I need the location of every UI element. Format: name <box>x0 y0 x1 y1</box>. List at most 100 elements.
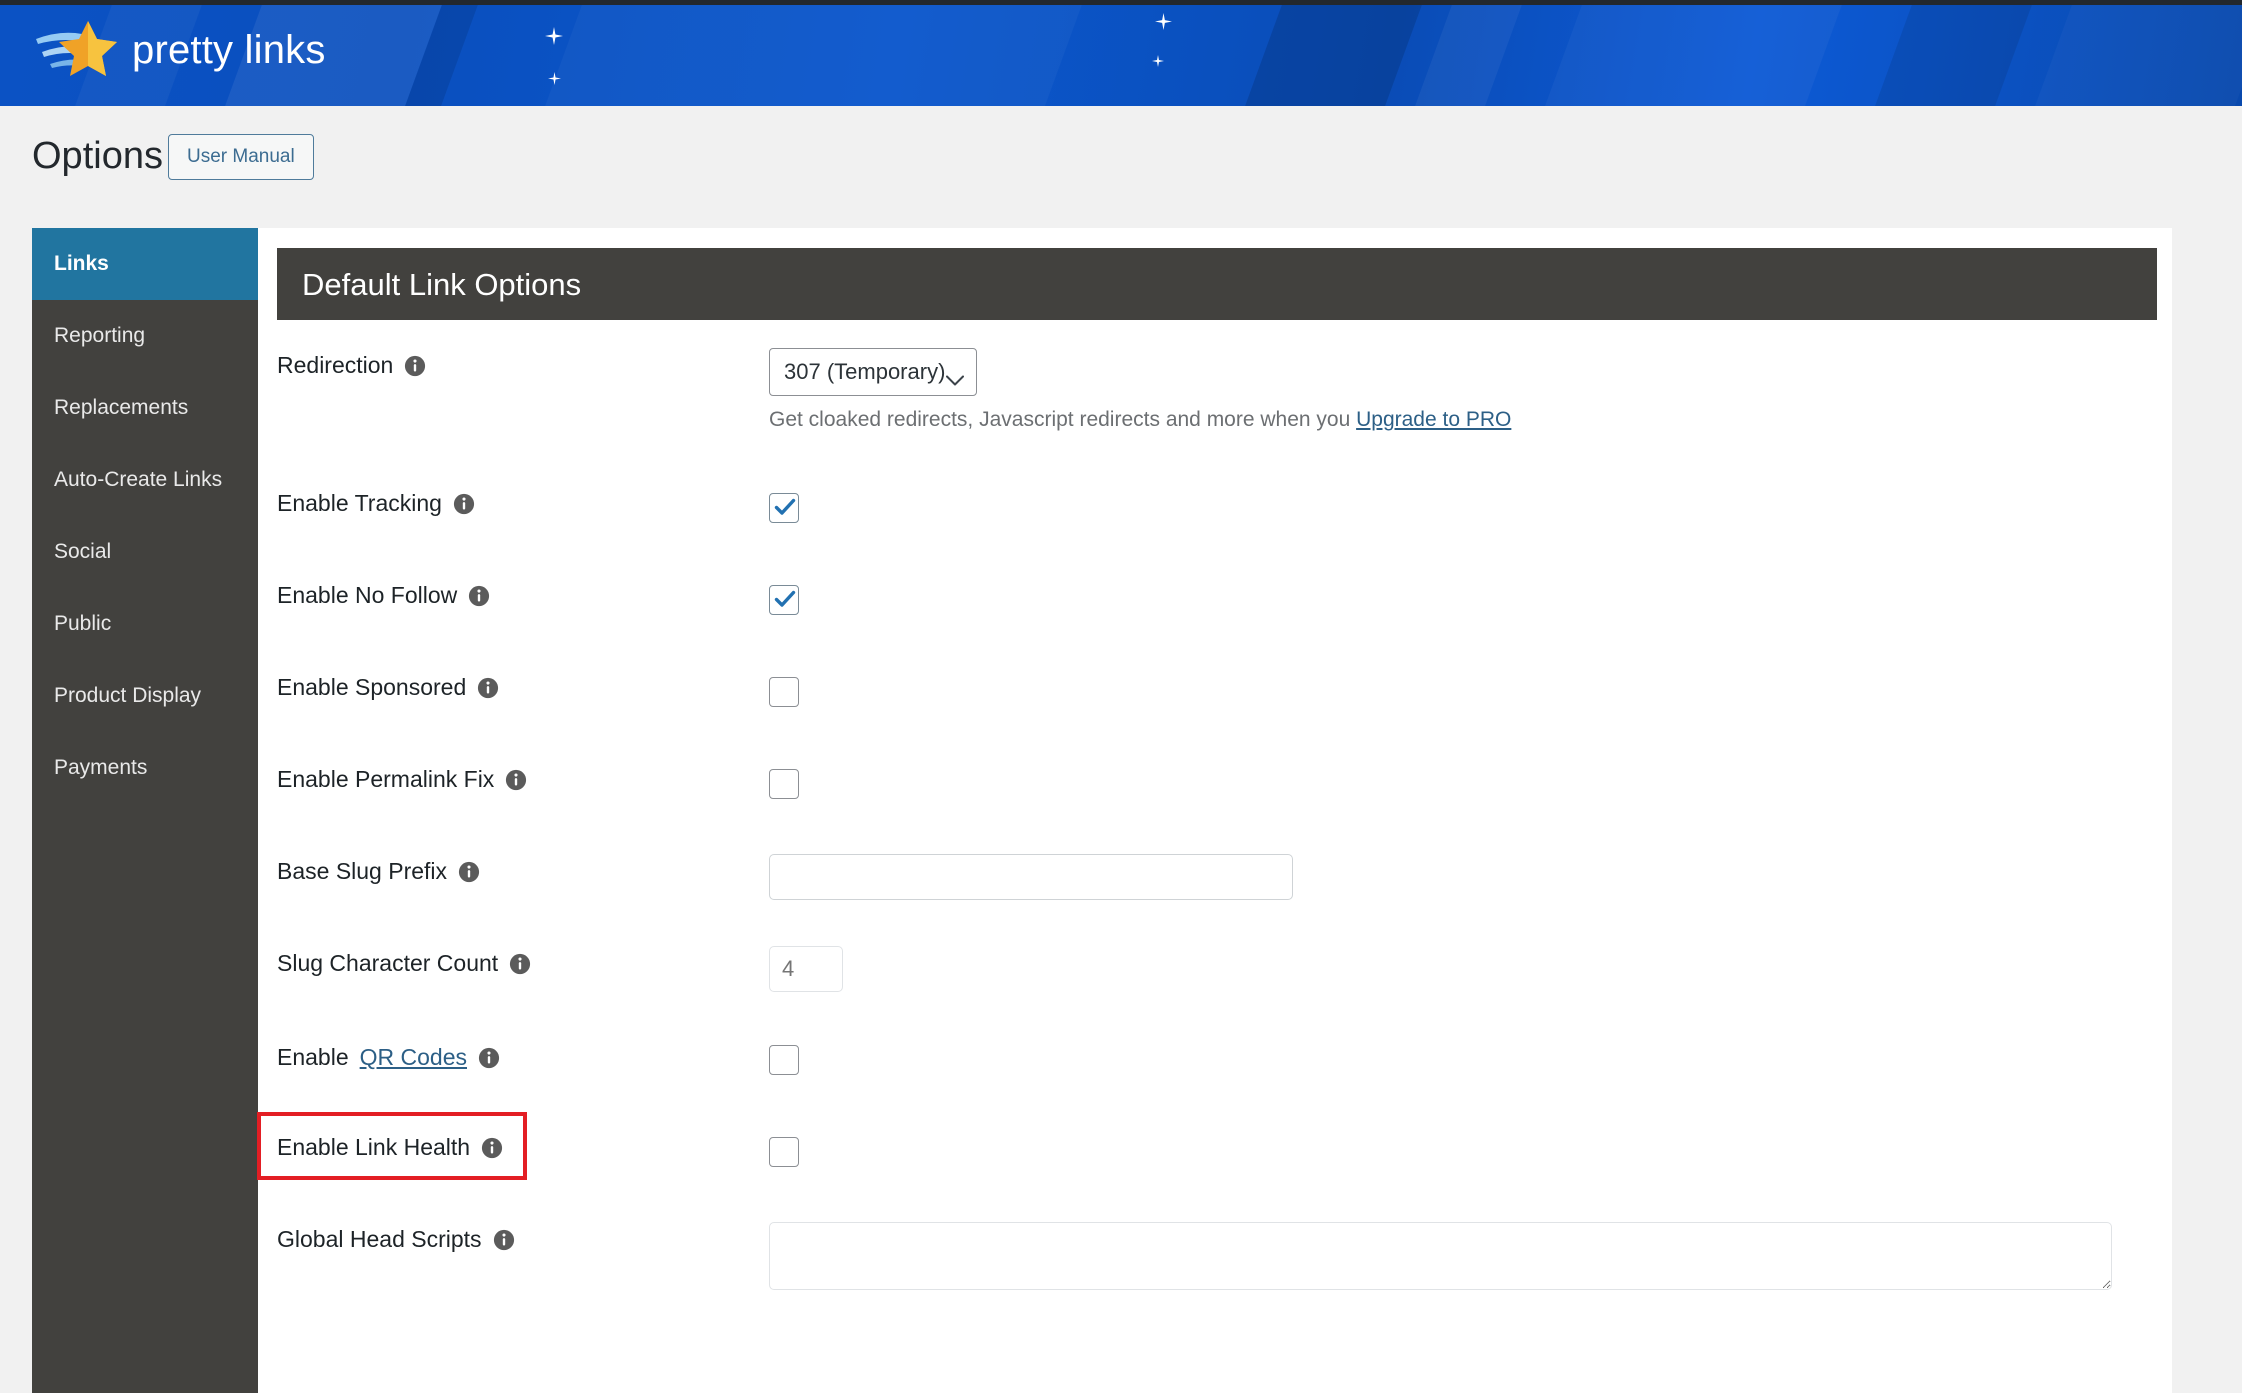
sparkle-icon <box>548 72 561 85</box>
sidebar-item-reporting[interactable]: Reporting <box>32 300 258 372</box>
sparkle-icon <box>1155 13 1172 30</box>
redirection-select[interactable]: 307 (Temporary) <box>769 348 977 396</box>
row-enable-permalink-fix: Enable Permalink Fix <box>277 742 2157 834</box>
base-slug-prefix-input[interactable] <box>769 854 1293 900</box>
sparkle-icon <box>545 27 563 45</box>
enable-link-health-label: Enable Link Health <box>277 1110 769 1159</box>
info-icon[interactable] <box>458 861 480 883</box>
enable-permalink-fix-checkbox[interactable] <box>769 769 799 799</box>
info-icon[interactable] <box>404 355 426 377</box>
enable-no-follow-checkbox[interactable] <box>769 585 799 615</box>
label-text: Enable Sponsored <box>277 676 466 699</box>
user-manual-button[interactable]: User Manual <box>168 134 314 180</box>
row-enable-tracking: Enable Tracking <box>277 466 2157 558</box>
sidebar-item-auto-create-links[interactable]: Auto-Create Links <box>32 444 258 516</box>
sidebar-item-replacements[interactable]: Replacements <box>32 372 258 444</box>
info-icon[interactable] <box>478 1047 500 1069</box>
enable-tracking-field <box>769 466 2157 523</box>
sparkle-icon <box>1152 55 1164 67</box>
slug-character-count-label: Slug Character Count <box>277 926 769 975</box>
enable-permalink-fix-label: Enable Permalink Fix <box>277 742 769 791</box>
enable-link-health-checkbox[interactable] <box>769 1137 799 1167</box>
info-icon[interactable] <box>477 677 499 699</box>
label-text: Redirection <box>277 354 393 377</box>
panel-title: Default Link Options <box>302 269 581 300</box>
panel-header: Default Link Options <box>277 248 2157 320</box>
enable-qr-codes-field <box>769 1018 2157 1075</box>
enable-no-follow-label: Enable No Follow <box>277 558 769 607</box>
redirection-field: 307 (Temporary) Get cloaked redirects, J… <box>769 328 2157 432</box>
chevron-down-icon <box>946 367 964 378</box>
default-link-options-panel: Default Link Options Redirection 307 (Te… <box>277 248 2157 1294</box>
redirection-label: Redirection <box>277 328 769 377</box>
enable-sponsored-checkbox[interactable] <box>769 677 799 707</box>
slug-character-count-field <box>769 926 2157 992</box>
base-slug-prefix-label: Base Slug Prefix <box>277 834 769 883</box>
enable-qr-codes-label: Enable QR Codes <box>277 1018 769 1071</box>
info-icon[interactable] <box>505 769 527 791</box>
sidebar-item-label: Product Display <box>54 684 201 708</box>
info-icon[interactable] <box>481 1137 503 1159</box>
sidebar-item-label: Replacements <box>54 396 188 420</box>
banner-stripe <box>1224 5 1437 106</box>
global-head-scripts-textarea[interactable] <box>769 1222 2112 1290</box>
enable-no-follow-field <box>769 558 2157 615</box>
sidebar-item-label: Links <box>54 252 109 276</box>
banner-stripe <box>1524 5 1857 106</box>
brand-logo[interactable]: pretty links <box>34 19 326 81</box>
qr-codes-link[interactable]: QR Codes <box>360 1044 467 1071</box>
redirection-hint-text: Get cloaked redirects, Javascript redire… <box>769 408 1356 431</box>
row-enable-no-follow: Enable No Follow <box>277 558 2157 650</box>
label-text: Slug Character Count <box>277 952 498 975</box>
row-enable-link-health: Enable Link Health <box>277 1110 2157 1202</box>
redirection-selected-value: 307 (Temporary) <box>784 359 945 385</box>
banner-stripe <box>524 5 1097 106</box>
banner-stripe <box>1854 5 2047 106</box>
brand-name: pretty links <box>132 30 326 70</box>
banner-stripe <box>1394 5 1537 106</box>
redirection-hint: Get cloaked redirects, Javascript redire… <box>769 408 2157 432</box>
global-head-scripts-label: Global Head Scripts <box>277 1202 769 1251</box>
enable-permalink-fix-field <box>769 742 2157 799</box>
row-base-slug-prefix: Base Slug Prefix <box>277 834 2157 926</box>
base-slug-prefix-field <box>769 834 2157 900</box>
sidebar-item-label: Reporting <box>54 324 145 348</box>
sidebar-item-links[interactable]: Links <box>32 228 258 300</box>
info-icon[interactable] <box>493 1229 515 1251</box>
options-form: Redirection 307 (Temporary) Get cloaked … <box>277 320 2157 1294</box>
info-icon[interactable] <box>453 493 475 515</box>
label-text: Enable Link Health <box>277 1136 470 1159</box>
enable-qr-codes-checkbox[interactable] <box>769 1045 799 1075</box>
banner-stripe <box>384 5 493 106</box>
sidebar-item-label: Payments <box>54 756 147 780</box>
sidebar-item-payments[interactable]: Payments <box>32 732 258 804</box>
sidebar-item-label: Social <box>54 540 111 564</box>
shooting-star-icon <box>34 19 118 81</box>
info-icon[interactable] <box>509 953 531 975</box>
banner-stripe <box>2014 5 2242 106</box>
label-text: Enable Permalink Fix <box>277 768 494 791</box>
sidebar-item-label: Auto-Create Links <box>54 468 222 492</box>
brand-banner: pretty links <box>0 5 2242 106</box>
enable-link-health-field <box>769 1110 2157 1167</box>
row-enable-sponsored: Enable Sponsored <box>277 650 2157 742</box>
label-text: Enable <box>277 1046 349 1069</box>
row-slug-character-count: Slug Character Count <box>277 926 2157 1018</box>
sidebar-item-social[interactable]: Social <box>32 516 258 588</box>
label-text: Enable No Follow <box>277 584 457 607</box>
enable-tracking-checkbox[interactable] <box>769 493 799 523</box>
global-head-scripts-field <box>769 1202 2157 1290</box>
slug-character-count-input[interactable] <box>769 946 843 992</box>
sidebar-item-product-display[interactable]: Product Display <box>32 660 258 732</box>
page-title: Options <box>32 137 163 175</box>
sidebar-item-public[interactable]: Public <box>32 588 258 660</box>
sidebar-item-label: Public <box>54 612 111 636</box>
label-text: Base Slug Prefix <box>277 860 447 883</box>
info-icon[interactable] <box>468 585 490 607</box>
options-sidebar: Links Reporting Replacements Auto-Create… <box>32 228 258 1393</box>
upgrade-to-pro-link[interactable]: Upgrade to PRO <box>1356 408 1511 431</box>
enable-sponsored-label: Enable Sponsored <box>277 650 769 699</box>
row-redirection: Redirection 307 (Temporary) Get cloaked … <box>277 328 2157 466</box>
enable-sponsored-field <box>769 650 2157 707</box>
label-text: Global Head Scripts <box>277 1228 482 1251</box>
